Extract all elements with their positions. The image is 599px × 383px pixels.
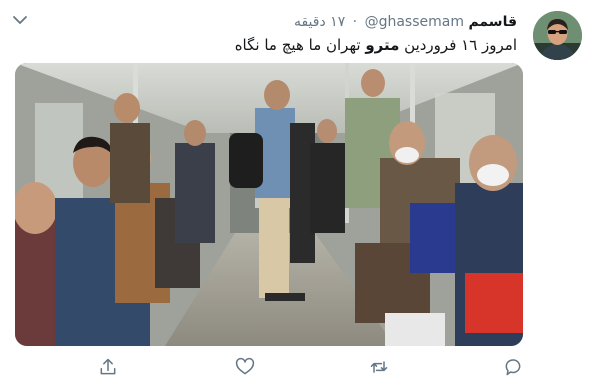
- retweet-icon[interactable]: [369, 357, 391, 379]
- chevron-down-icon[interactable]: [12, 12, 28, 26]
- tweet-text-bold: مترو: [365, 36, 400, 54]
- heart-icon[interactable]: [235, 357, 257, 379]
- tweet-card: قاسمم @ghassemam · ۱۷ دقیقه امروز ۱٦ فرو…: [0, 0, 599, 383]
- tweet-photo[interactable]: [15, 63, 523, 346]
- avatar[interactable]: [533, 11, 582, 60]
- tweet-text-part: تهران ما هیچ ما نگاه: [234, 36, 366, 54]
- tweet-header: قاسمم @ghassemam · ۱۷ دقیقه: [294, 13, 517, 31]
- timestamp[interactable]: ۱۷ دقیقه: [294, 14, 345, 30]
- separator-dot: ·: [352, 14, 358, 30]
- tweet-text-part: امروز ۱٦ فروردین: [399, 36, 517, 54]
- tweet-text: امروز ۱٦ فروردین مترو تهران ما هیچ ما نگ…: [235, 35, 517, 55]
- reply-icon[interactable]: [503, 357, 525, 379]
- display-name[interactable]: قاسمم: [468, 14, 517, 30]
- share-icon[interactable]: [98, 357, 120, 379]
- user-handle[interactable]: @ghassemam: [365, 14, 464, 30]
- action-bar: [0, 355, 599, 381]
